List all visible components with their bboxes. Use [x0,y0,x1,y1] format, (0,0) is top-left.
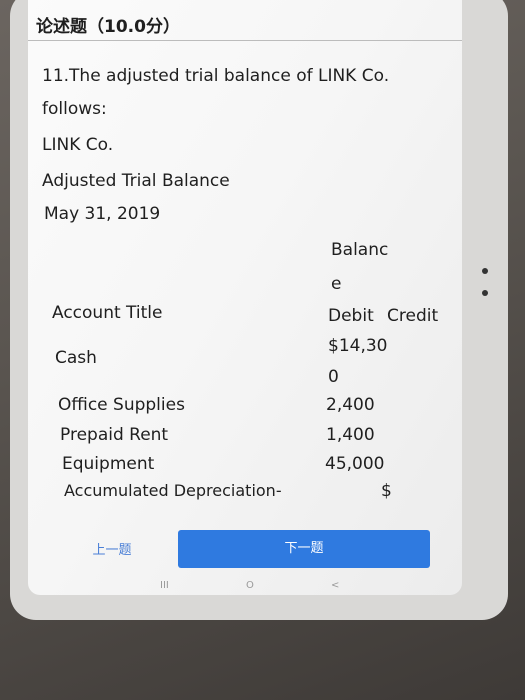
prepaid-rent-debit: 1,400 [326,425,375,445]
account-cash: Cash [55,348,97,368]
col-account-title: Account Title [52,303,163,323]
question-header: 论述题（10.0分） [36,17,180,37]
home-icon[interactable]: O [246,580,254,591]
account-office-supplies: Office Supplies [58,395,185,415]
prev-question-button[interactable]: 上一题 [72,535,152,567]
next-question-button[interactable]: 下一题 [178,530,430,568]
account-prepaid-rent: Prepaid Rent [60,425,169,445]
back-icon[interactable]: < [331,580,339,591]
cash-debit-1: $14,30 [328,336,388,356]
tablet-frame: 论述题（10.0分） 11.The adjusted trial balance… [10,0,508,620]
header-divider [28,40,462,41]
android-nav-bar: III O < [28,580,462,594]
report-subtitle: Adjusted Trial Balance [42,171,230,191]
col-balance-1: Balanc [331,240,389,260]
question-line-1: 11.The adjusted trial balance of LINK Co… [42,66,390,86]
accumulated-depreciation-credit: $ [381,481,392,501]
col-debit: Debit [328,306,374,326]
recent-apps-icon[interactable]: III [160,580,169,591]
screen: 论述题（10.0分） 11.The adjusted trial balance… [28,0,462,595]
equipment-debit: 45,000 [325,454,385,474]
office-supplies-debit: 2,400 [326,395,375,415]
side-buttons [482,268,488,312]
account-accumulated-depreciation: Accumulated Depreciation- [64,481,282,500]
col-credit: Credit [387,306,439,326]
company-name: LINK Co. [42,135,114,155]
col-balance-2: e [331,274,342,294]
account-equipment: Equipment [62,454,155,474]
report-date: May 31, 2019 [44,204,161,224]
question-line-2: follows: [42,99,107,119]
cash-debit-2: 0 [328,367,339,387]
